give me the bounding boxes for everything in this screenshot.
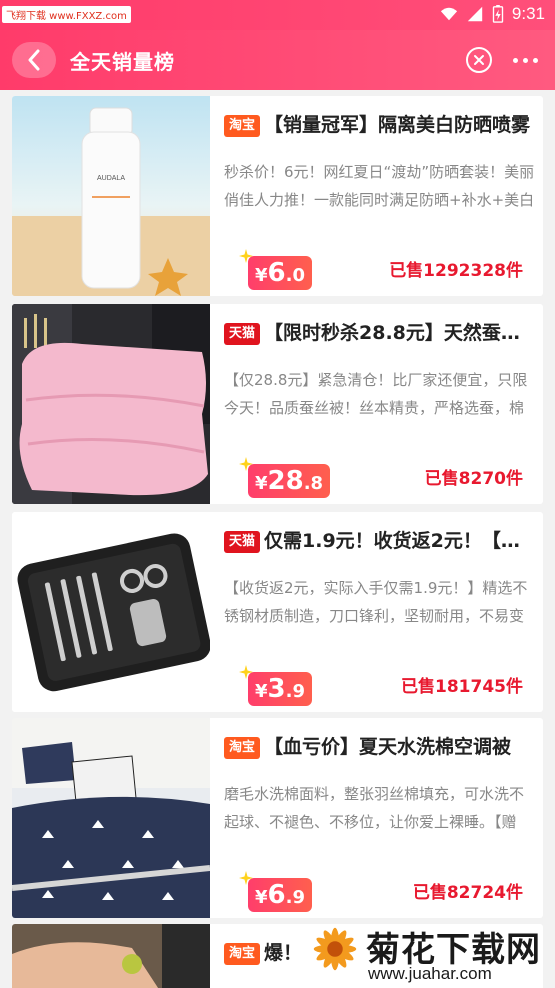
price-integer: 6 <box>267 880 286 910</box>
price-decimal: .9 <box>285 887 305 908</box>
app-header: 全天销量榜 <box>0 30 555 90</box>
sold-count: 已售82724件 <box>412 883 523 903</box>
status-icons: 9:31 <box>440 4 545 24</box>
sparkle-icon <box>239 457 253 471</box>
price-decimal: .8 <box>303 473 324 494</box>
site-watermark-logo: 菊花下载网 www.juahar.com <box>300 918 555 988</box>
sparkle-icon <box>239 665 253 679</box>
price-decimal: .0 <box>285 265 305 286</box>
signal-icon <box>467 6 483 22</box>
product-card[interactable]: 淘宝 【血亏价】夏天水洗棉空调被 磨毛水洗棉面料，整张羽丝棉填充，可水洗不起球、不… <box>12 718 543 918</box>
product-description: 磨毛水洗棉面料，整张羽丝棉填充，可水洗不起球、不褪色、不移位，让你爱上裸睡。【赠… <box>224 785 525 831</box>
sold-count: 已售8270件 <box>424 469 523 489</box>
product-card[interactable]: 天猫仅需1.9元！收货返2元！【指甲刀套装】 【收货返2元，实际入手仅需1.9元… <box>12 512 543 712</box>
product-card[interactable]: 天猫 【限时秒杀28.8元】天然蚕丝被 【仅28.8元】紧急清仓！比厂家还便宜，只… <box>12 304 543 504</box>
product-image-blanket <box>12 718 210 918</box>
product-info: 淘宝 【血亏价】夏天水洗棉空调被 磨毛水洗棉面料，整张羽丝棉填充，可水洗不起球、不… <box>224 718 535 918</box>
product-image-quilt <box>12 304 210 504</box>
wifi-icon <box>440 7 458 21</box>
price-tag: ¥ 6 .9 <box>239 871 312 912</box>
watermark-label: 飞翔下载 www.FXXZ.com <box>2 6 131 23</box>
tmall-badge: 天猫 <box>224 323 261 345</box>
clock: 9:31 <box>511 4 545 23</box>
taobao-badge: 淘宝 <box>224 737 261 759</box>
product-title-text: 【销量冠军】隔离美白防晒喷雾 <box>264 114 531 136</box>
price-integer: 28 <box>267 466 304 496</box>
product-info: 天猫仅需1.9元！收货返2元！【指甲刀套装】 【收货返2元，实际入手仅需1.9元… <box>224 512 535 712</box>
currency-symbol: ¥ <box>255 681 268 702</box>
product-description: 秒杀价！6元！网红夏日“渡劫”防晒套装！美丽俏佳人力推！一款能同时满足防晒+补水… <box>224 163 535 209</box>
status-bar: 飞翔下载 www.FXXZ.com 9:31 <box>0 0 555 30</box>
product-info: 淘宝 【销量冠军】隔离美白防晒喷雾 秒杀价！6元！网红夏日“渡劫”防晒套装！美丽俏… <box>224 96 535 296</box>
product-image-sunscreen: AUDALA <box>12 96 210 296</box>
product-info: 天猫 【限时秒杀28.8元】天然蚕丝被 【仅28.8元】紧急清仓！比厂家还便宜，只… <box>224 304 535 504</box>
back-button[interactable] <box>12 42 56 78</box>
currency-symbol: ¥ <box>255 265 268 286</box>
product-title: 天猫 【限时秒杀28.8元】天然蚕丝被 <box>224 318 535 346</box>
product-title: 淘宝 【销量冠军】隔离美白防晒喷雾 <box>224 110 535 138</box>
more-button[interactable] <box>510 52 540 68</box>
currency-symbol: ¥ <box>255 473 268 494</box>
product-title-text: 仅需1.9元！收货返2元！【指甲刀套装】 <box>264 530 535 552</box>
watermark-site-url: www.juahar.com <box>368 964 492 983</box>
price-tag: ¥ 3 .9 <box>239 665 312 706</box>
product-image-partial <box>12 924 210 988</box>
product-title-text: 【限时秒杀28.8元】天然蚕丝被 <box>264 322 535 344</box>
taobao-badge: 淘宝 <box>224 943 261 965</box>
product-card[interactable]: AUDALA 淘宝 【销量冠军】隔离美白防晒喷雾 秒杀价！6元！网红夏日“渡劫”防… <box>12 96 543 296</box>
sparkle-icon <box>239 249 253 263</box>
product-title-text: 【血亏价】夏天水洗棉空调被 <box>264 736 512 758</box>
sold-count: 已售1292328件 <box>389 261 523 281</box>
product-title: 天猫仅需1.9元！收货返2元！【指甲刀套装】 <box>224 526 535 554</box>
price-integer: 6 <box>267 258 286 288</box>
price-tag: ¥ 6 .0 <box>239 249 312 290</box>
sparkle-icon <box>239 871 253 885</box>
more-dot-icon <box>512 57 518 63</box>
price-decimal: .9 <box>285 681 305 702</box>
page-title: 全天销量榜 <box>70 50 175 74</box>
tmall-badge: 天猫 <box>224 531 261 553</box>
chevron-left-icon <box>28 49 40 71</box>
price-integer: 3 <box>267 674 286 704</box>
close-icon <box>474 55 484 65</box>
product-image-nail-kit <box>12 512 210 712</box>
currency-symbol: ¥ <box>255 887 268 908</box>
price-tag: ¥ 28 .8 <box>239 457 331 498</box>
product-description: 【仅28.8元】紧急清仓！比厂家还便宜，只限今天！品质蚕丝被！丝本精贵，严格选蚕… <box>224 371 528 417</box>
close-button[interactable] <box>466 47 492 73</box>
taobao-badge: 淘宝 <box>224 115 261 137</box>
battery-icon <box>492 5 504 23</box>
bottle-brand-text: AUDALA <box>97 175 125 182</box>
product-title-text: 爆！ <box>264 942 303 964</box>
more-dot-icon <box>522 57 528 63</box>
sold-count: 已售181745件 <box>401 677 523 697</box>
product-description: 【收货返2元，实际入手仅需1.9元！】精选不锈钢材质制造，刀口锋利，坚韧耐用，不… <box>224 579 528 625</box>
product-title: 淘宝 【血亏价】夏天水洗棉空调被 <box>224 732 535 760</box>
flower-logo-icon <box>313 927 357 971</box>
more-dot-icon <box>532 57 538 63</box>
